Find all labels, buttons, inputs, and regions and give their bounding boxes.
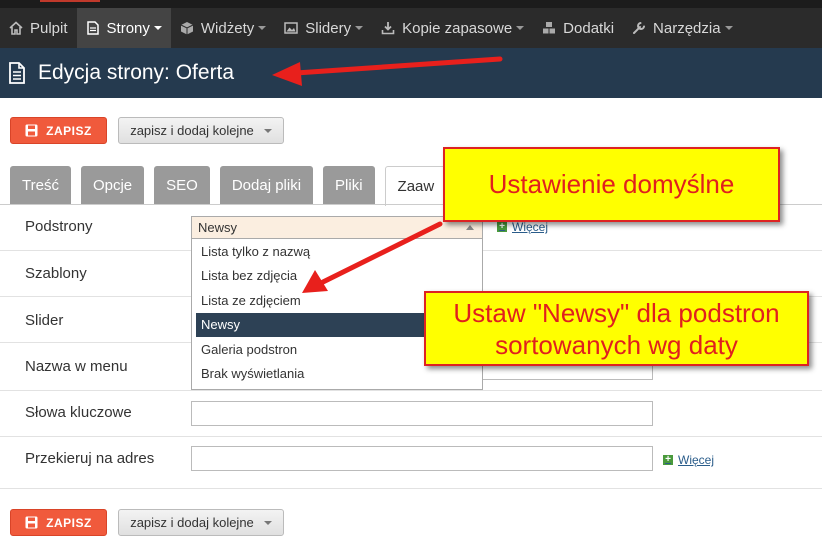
chevron-down-icon [263, 128, 272, 133]
image-icon [284, 21, 305, 35]
plus-icon: + [497, 222, 507, 232]
download-icon [381, 21, 402, 35]
cube-icon [180, 21, 201, 35]
subpages-option[interactable]: Lista tylko z nazwą [192, 239, 482, 264]
save-button[interactable]: ZAPISZ [10, 117, 107, 144]
top-navbar: Pulpit Strony Widżety Slidery Kopie zapasowe… [0, 0, 822, 48]
save-and-add-button[interactable]: zapisz i dodaj kolejne [118, 117, 284, 144]
chevron-down-icon [263, 520, 272, 525]
nav-item-label: Kopie zapasowe [402, 19, 513, 37]
menu-name-label: Nazwa w menu [25, 358, 128, 375]
save-and-add-label: zapisz i dodaj kolejne [130, 515, 254, 530]
chevron-up-icon [466, 225, 474, 230]
row-divider [0, 488, 822, 489]
nav-item-4[interactable]: Kopie zapasowe [372, 8, 533, 48]
document-icon [86, 21, 107, 35]
keywords-label: Słowa kluczowe [25, 404, 132, 421]
nav-item-label: Pulpit [30, 19, 68, 37]
nav-item-label: Widżety [200, 19, 255, 37]
wrench-icon [632, 21, 653, 35]
tab-3[interactable]: Dodaj pliki [219, 166, 314, 204]
redirect-input[interactable] [191, 446, 653, 471]
slider-label: Slider [25, 312, 64, 329]
nav-item-label: Strony [106, 19, 150, 37]
nav-item-6[interactable]: Narzędzia [623, 8, 742, 48]
save-button-bottom[interactable]: ZAPISZ [10, 509, 107, 536]
row-divider [0, 390, 822, 391]
redirect-more-link[interactable]: + Więcej [663, 453, 714, 467]
save-button-label: ZAPISZ [46, 123, 92, 138]
save-button-label: ZAPISZ [46, 515, 92, 530]
nav-item-5[interactable]: Dodatki [533, 8, 623, 48]
subpages-select[interactable]: Newsy [191, 216, 483, 239]
callout-default-setting: Ustawienie domyślne [443, 147, 780, 222]
subpages-option[interactable]: Lista bez zdjęcia [192, 264, 482, 289]
more-link-label: Więcej [512, 220, 549, 234]
template-label: Szablony [25, 265, 87, 282]
save-icon [25, 516, 38, 529]
callout-newsy: Ustaw "Newsy" dla podstron sortowanych w… [424, 291, 809, 366]
tab-2[interactable]: SEO [154, 166, 210, 204]
main-nav: Pulpit Strony Widżety Slidery Kopie zapasowe… [0, 8, 822, 48]
tab-bar: Treść Opcje SEO Dodaj pliki Pliki Zaaw [10, 166, 457, 206]
tab-0[interactable]: Treść [10, 166, 71, 204]
chevron-down-icon [153, 26, 162, 30]
page-header: Edycja strony: Oferta [0, 48, 822, 98]
page-title: Edycja strony: Oferta [38, 61, 235, 84]
nav-item-1[interactable]: Strony [76, 8, 171, 48]
chevron-down-icon [516, 26, 525, 30]
nav-item-2[interactable]: Widżety [171, 8, 275, 48]
document-icon [9, 62, 25, 84]
nav-item-label: Dodatki [563, 19, 615, 37]
chevron-down-icon [258, 26, 267, 30]
tab-4[interactable]: Pliki [323, 166, 375, 204]
nav-item-3[interactable]: Slidery [275, 8, 372, 48]
plus-icon: + [663, 455, 673, 465]
save-and-add-button-bottom[interactable]: zapisz i dodaj kolejne [118, 509, 284, 536]
subpages-selected-value: Newsy [198, 220, 238, 235]
more-link-label: Więcej [678, 453, 715, 467]
cubes-icon [542, 21, 563, 35]
callout-newsy-line1: Ustaw "Newsy" dla podstron [453, 297, 780, 328]
callout-newsy-line2: sortowanych wg daty [495, 329, 738, 360]
subpages-label: Podstrony [25, 218, 93, 235]
nav-item-label: Narzędzia [653, 19, 721, 37]
keywords-input[interactable] [191, 401, 653, 426]
tab-5[interactable]: Zaaw [384, 166, 448, 206]
save-and-add-label: zapisz i dodaj kolejne [130, 123, 254, 138]
nav-item-0[interactable]: Pulpit [0, 8, 77, 48]
brand-accent-line [40, 0, 100, 2]
chevron-down-icon [355, 26, 364, 30]
home-icon [9, 21, 30, 35]
save-icon [25, 124, 38, 137]
subpages-more-link[interactable]: + Więcej [497, 220, 548, 234]
nav-item-label: Slidery [305, 19, 352, 37]
redirect-label: Przekieruj na adres [25, 450, 155, 467]
chevron-down-icon [724, 26, 733, 30]
row-divider [0, 436, 822, 437]
tab-1[interactable]: Opcje [80, 166, 145, 204]
callout-default-text: Ustawienie domyślne [488, 169, 735, 199]
